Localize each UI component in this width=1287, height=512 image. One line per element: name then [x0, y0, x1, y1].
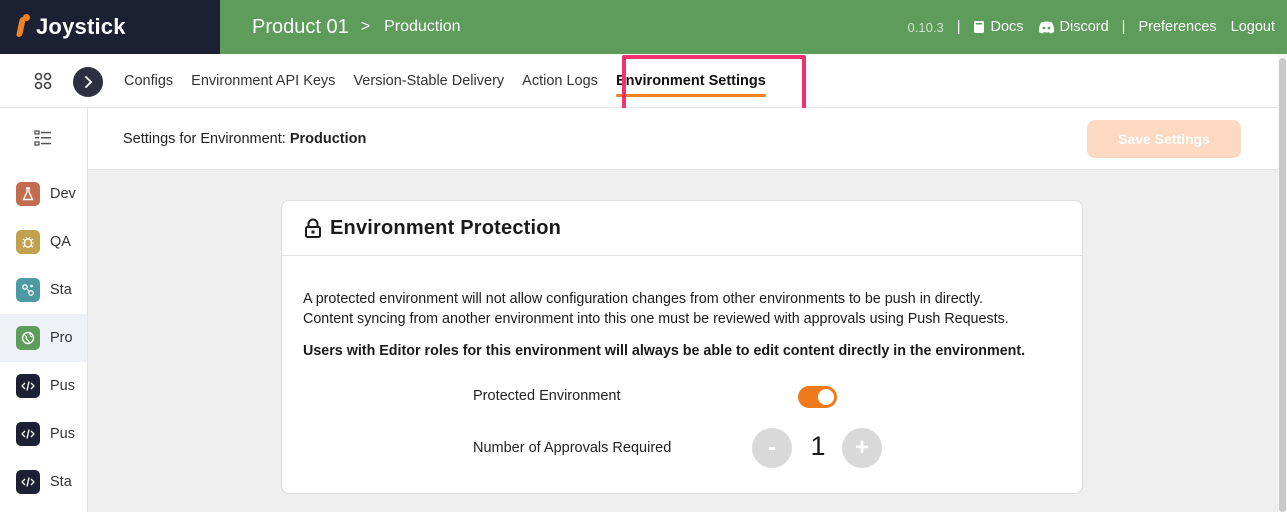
environment-protection-card: Environment Protection A protected envir… — [281, 200, 1083, 494]
tab-bar: Configs Environment API Keys Version-Sta… — [124, 54, 784, 108]
card-header: Environment Protection — [282, 201, 1082, 256]
apps-grid-icon[interactable] — [34, 72, 52, 90]
page-scrollbar[interactable] — [1278, 54, 1287, 512]
approvals-value: 1 — [810, 431, 826, 461]
breadcrumb-separator: > — [360, 18, 371, 35]
code-icon — [16, 470, 40, 494]
tab-configs[interactable]: Configs — [124, 54, 173, 108]
top-bar: Joystick Product 01 > Production 0.10.3 … — [0, 0, 1287, 54]
breadcrumb-environment[interactable]: Production — [384, 18, 461, 36]
sidebar-item-label: Sta — [50, 474, 72, 490]
sidebar-item-push-2[interactable]: Pus — [0, 410, 87, 458]
sidebar-item-dev[interactable]: Dev — [0, 170, 87, 218]
sidebar-item-label: Pus — [50, 426, 75, 442]
sidebar-item-label: Dev — [50, 186, 76, 202]
expand-sidebar-button[interactable] — [73, 67, 103, 97]
increase-approvals-button[interactable]: + — [842, 428, 882, 468]
protected-environment-toggle[interactable] — [798, 386, 837, 408]
app-name: Joystick — [36, 14, 126, 39]
logo[interactable]: Joystick — [0, 0, 220, 54]
sidebar-item-push-1[interactable]: Pus — [0, 362, 87, 410]
tab-environment-api-keys[interactable]: Environment API Keys — [191, 54, 335, 108]
breadcrumb-product[interactable]: Product 01 — [252, 16, 349, 39]
sidebar-item-production[interactable]: Pro — [0, 314, 87, 362]
editor-warning: Users with Editor roles for this environ… — [303, 343, 1026, 359]
nodes-icon — [16, 278, 40, 302]
flask-icon — [16, 182, 40, 206]
breadcrumb: Product 01 > Production — [252, 16, 461, 39]
book-icon — [974, 21, 985, 33]
divider: | — [1121, 19, 1126, 35]
divider: | — [956, 19, 961, 35]
sidebar-item-label: Pro — [50, 330, 73, 346]
description-line: Content syncing from another environment… — [303, 311, 1009, 327]
preferences-link[interactable]: Preferences — [1138, 19, 1216, 35]
sidebar-item-label: Sta — [50, 282, 72, 298]
top-right-menu: 0.10.3 | Docs Discord | Preferences Logo… — [908, 19, 1287, 35]
discord-link[interactable]: Discord — [1038, 19, 1109, 35]
sidebar-item-qa[interactable]: QA — [0, 218, 87, 266]
settings-header: Settings for Environment: Production Sav… — [88, 108, 1278, 170]
list-view-icon[interactable] — [34, 130, 52, 146]
approvals-label: Number of Approvals Required — [473, 440, 672, 456]
tab-version-stable-delivery[interactable]: Version-Stable Delivery — [353, 54, 504, 108]
settings-prefix: Settings for Environment: — [123, 131, 286, 147]
protection-description: A protected environment will not allow c… — [303, 289, 1073, 329]
docs-label: Docs — [990, 19, 1024, 35]
settings-environment: Production — [289, 131, 367, 147]
description-line: A protected environment will not allow c… — [303, 291, 983, 307]
code-icon — [16, 374, 40, 398]
protected-environment-label: Protected Environment — [473, 388, 621, 404]
chevron-right-icon — [85, 76, 93, 88]
joystick-logo-icon — [14, 14, 30, 40]
tab-action-logs[interactable]: Action Logs — [522, 54, 598, 108]
lock-icon — [305, 218, 321, 238]
save-settings-button[interactable]: Save Settings — [1087, 120, 1241, 158]
sidebar-item-label: QA — [50, 234, 71, 250]
card-title: Environment Protection — [330, 216, 562, 239]
docs-link[interactable]: Docs — [973, 19, 1024, 35]
tab-environment-settings[interactable]: Environment Settings — [615, 54, 766, 108]
environment-sidebar: Dev QA Sta Pro Pus Pus Sta — [0, 108, 88, 512]
sub-nav: Configs Environment API Keys Version-Sta… — [0, 54, 1278, 108]
sidebar-item-staging[interactable]: Sta — [0, 266, 87, 314]
discord-icon — [1038, 21, 1054, 33]
globe-icon — [16, 326, 40, 350]
bug-icon — [16, 230, 40, 254]
toggle-knob — [818, 389, 834, 405]
discord-label: Discord — [1059, 19, 1109, 35]
sidebar-item-label: Pus — [50, 378, 75, 394]
sidebar-item-staging-2[interactable]: Sta — [0, 458, 87, 506]
decrease-approvals-button[interactable]: - — [752, 428, 792, 468]
version-label: 0.10.3 — [907, 19, 944, 35]
code-icon — [16, 422, 40, 446]
scrollbar-thumb[interactable] — [1279, 58, 1286, 512]
settings-title: Settings for Environment: Production — [123, 131, 366, 147]
logout-link[interactable]: Logout — [1231, 19, 1275, 35]
